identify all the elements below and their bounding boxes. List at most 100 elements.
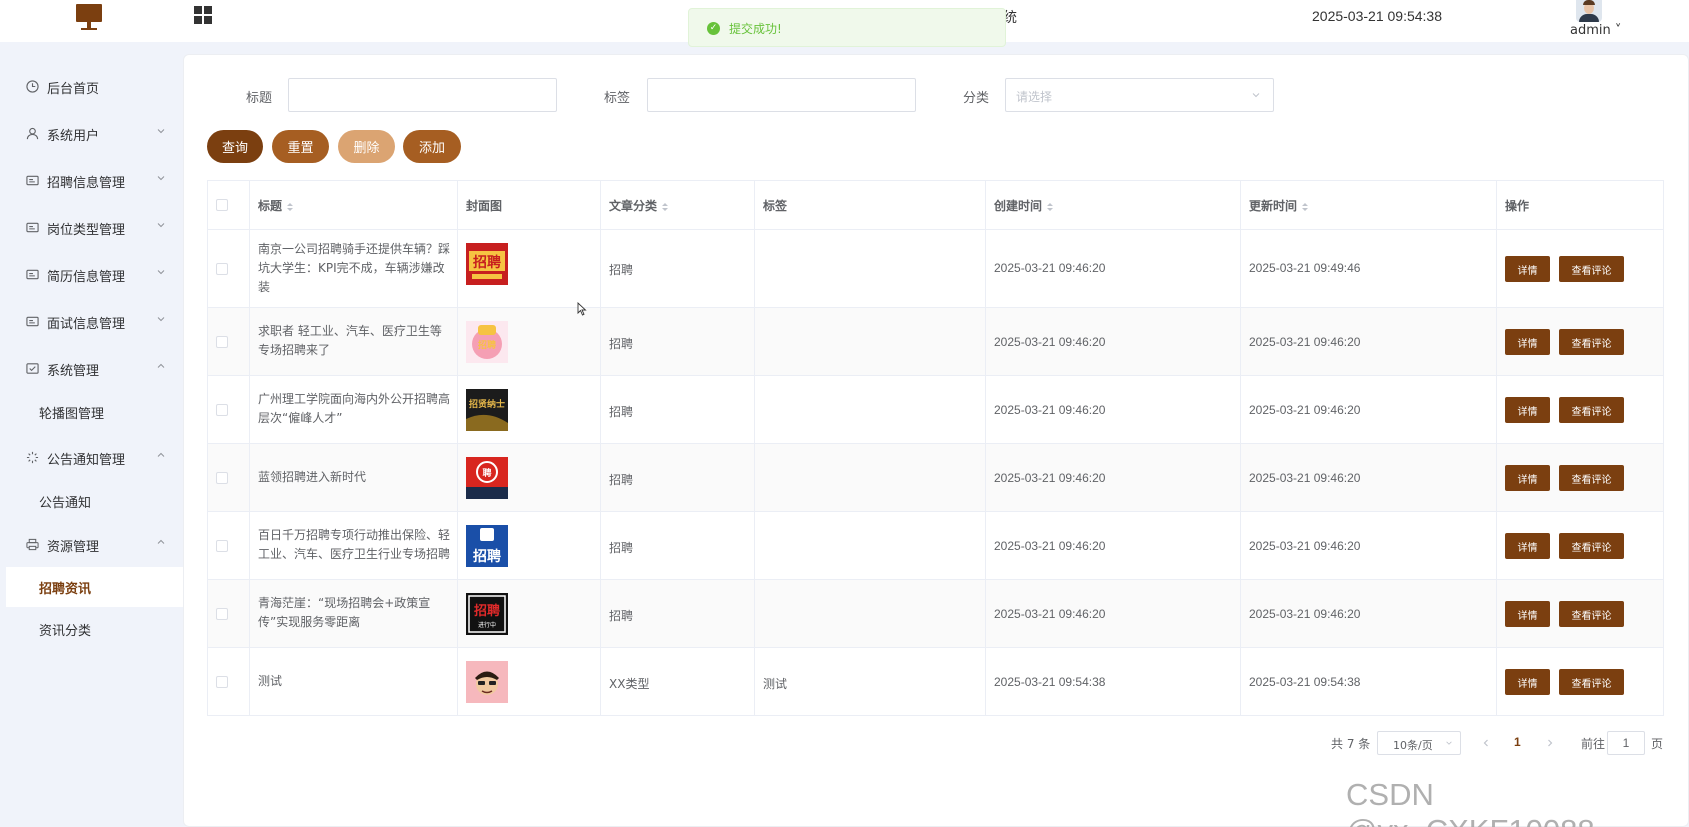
row-checkbox[interactable] [216,676,228,688]
sidebar-item-label: 招聘资讯 [39,582,92,597]
row-checkbox[interactable] [216,472,228,484]
svg-text:招聘: 招聘 [473,548,501,565]
column-divider [457,181,458,715]
chevron-down-icon [157,270,165,275]
detail-button[interactable]: 详情 [1505,533,1550,559]
detail-button[interactable]: 详情 [1505,465,1550,491]
view-comments-button[interactable]: 查看评论 [1559,256,1624,282]
chevron-down-icon [157,129,165,134]
sidebar-item-notice-management[interactable]: 公告通知管理 [0,439,183,475]
sort-icon[interactable] [1046,202,1054,212]
row-category: 招聘 [609,473,634,487]
column-divider [985,181,986,715]
sidebar-item-label: 资讯分类 [39,624,92,639]
reset-button[interactable]: 重置 [272,130,329,163]
row-checkbox[interactable] [216,404,228,416]
header-updated[interactable]: 更新时间 [1249,197,1309,214]
row-updated: 2025-03-21 09:49:46 [1249,261,1361,275]
sort-icon[interactable] [661,202,669,212]
query-button[interactable]: 查询 [207,130,263,163]
row-title: 广州理工学院面向海内外公开招聘高层次“僱峰人才” [258,392,451,425]
pagination-total: 共 7 条 [1331,737,1371,751]
sidebar-item-label: 简历信息管理 [47,270,126,285]
svg-text:聘: 聘 [482,467,491,479]
chevron-up-icon [157,363,165,368]
detail-button[interactable]: 详情 [1505,601,1550,627]
table-header: 标题 封面图 文章分类 标签 创建时间 更新时间 操作 [208,181,1663,230]
apps-grid-icon[interactable] [194,6,212,24]
cover-image[interactable]: 招贤纳士 [466,389,508,431]
sidebar-item-dashboard[interactable]: 后台首页 [0,68,183,104]
category-select[interactable]: 请选择 [1005,78,1274,112]
printer-icon [26,538,39,551]
card-icon [26,269,39,280]
row-created: 2025-03-21 09:46:20 [994,539,1106,553]
sidebar-item-recruitment-info[interactable]: 招聘信息管理 [0,162,183,198]
sidebar-item-recruitment-news[interactable]: 招聘资讯 [6,567,183,607]
clock-icon [26,80,39,93]
row-title: 百日千万招聘专项行动推出保险、轻工业、汽车、医疗卫生行业专场招聘 [258,528,451,561]
sidebar-item-notices[interactable]: 公告通知 [0,481,183,521]
monitor-logo-icon [76,4,102,30]
detail-button[interactable]: 详情 [1505,329,1550,355]
cover-image[interactable]: 聘 [466,457,508,499]
view-comments-button[interactable]: 查看评论 [1559,669,1624,695]
sidebar-item-system-admin[interactable]: 系统管理 [0,350,183,386]
sidebar-item-resources[interactable]: 资源管理 [0,526,183,562]
page-size-select[interactable]: 10条/页 [1377,731,1461,755]
cover-image[interactable]: 招聘 进行中 [466,593,508,635]
cover-image[interactable] [466,661,508,703]
sidebar-item-system-users[interactable]: 系统用户 [0,115,183,151]
row-created: 2025-03-21 09:46:20 [994,403,1106,417]
row-category: 招聘 [609,405,634,419]
view-comments-button[interactable]: 查看评论 [1559,329,1624,355]
mouse-cursor-icon [577,302,587,316]
sidebar-item-carousel[interactable]: 轮播图管理 [0,392,183,432]
chevron-down-icon [157,176,165,181]
title-filter-input[interactable] [288,78,557,112]
chevron-up-icon [157,539,165,544]
user-menu-trigger[interactable]: admin ˅ [1570,23,1621,38]
chevron-down-icon [157,223,165,228]
cover-image[interactable]: 招聘 [466,321,508,363]
view-comments-button[interactable]: 查看评论 [1559,601,1624,627]
column-divider [600,181,601,715]
detail-button[interactable]: 详情 [1505,669,1550,695]
category-filter-label: 分类 [963,91,990,106]
row-checkbox[interactable] [216,263,228,275]
view-comments-button[interactable]: 查看评论 [1559,397,1624,423]
row-checkbox[interactable] [216,336,228,348]
cover-image[interactable]: 招聘 [466,525,508,567]
row-category: 招聘 [609,263,634,277]
sidebar-item-interview-info[interactable]: 面试信息管理 [0,303,183,339]
view-comments-button[interactable]: 查看评论 [1559,465,1624,491]
checklist-icon [26,363,39,374]
select-all-checkbox[interactable] [216,199,228,211]
sidebar: 后台首页 系统用户 招聘信息管理 岗位类型管理 简历信息管理 面试信息管理 系统… [0,42,183,827]
view-comments-button[interactable]: 查看评论 [1559,533,1624,559]
cover-image[interactable]: 招聘 [466,243,508,285]
detail-button[interactable]: 详情 [1505,397,1550,423]
toast-message: 提交成功! [729,22,782,36]
delete-button[interactable]: 删除 [338,130,395,163]
prev-page-icon[interactable] [1481,738,1491,748]
sidebar-item-news-categories[interactable]: 资讯分类 [0,609,183,649]
sort-icon[interactable] [1301,202,1309,212]
sidebar-item-resume-info[interactable]: 简历信息管理 [0,256,183,292]
add-button[interactable]: 添加 [403,130,461,163]
row-checkbox[interactable] [216,608,228,620]
sidebar-item-label: 公告通知管理 [47,453,126,468]
tag-filter-input[interactable] [647,78,916,112]
goto-page-input[interactable] [1607,731,1645,755]
row-checkbox[interactable] [216,540,228,552]
sort-icon[interactable] [286,202,294,212]
detail-button[interactable]: 详情 [1505,256,1550,282]
header-created[interactable]: 创建时间 [994,197,1054,214]
current-page-number[interactable]: 1 [1514,735,1521,749]
header-title[interactable]: 标题 [258,197,294,214]
header-category[interactable]: 文章分类 [609,197,669,214]
next-page-icon[interactable] [1545,738,1555,748]
sidebar-item-job-types[interactable]: 岗位类型管理 [0,209,183,245]
user-avatar[interactable] [1576,0,1602,22]
row-category: XX类型 [609,677,650,691]
